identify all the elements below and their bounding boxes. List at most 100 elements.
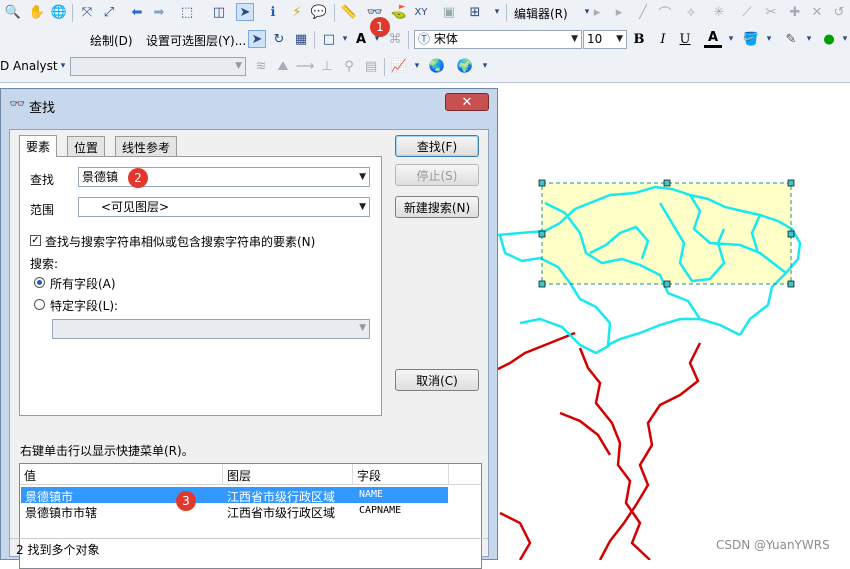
line-color-icon[interactable]: ✎ [782, 30, 800, 48]
column-header-value[interactable]: 值 [20, 464, 223, 485]
all-fields-radio[interactable] [34, 277, 45, 288]
cut-polygons-icon[interactable]: ✚ [786, 3, 804, 21]
column-header-layer[interactable]: 图层 [223, 464, 353, 485]
status-text: 2 找到多个对象 [16, 543, 100, 557]
analyst-menu[interactable]: D Analyst [0, 59, 58, 73]
editor-menu[interactable]: 编辑器(R) [514, 5, 568, 22]
arcglobe-icon[interactable]: 🌍 [456, 57, 474, 75]
arcscene-icon[interactable]: 🌏 [428, 57, 446, 75]
similar-checkbox[interactable]: ✓ [30, 235, 41, 246]
interpolate-polygon-icon[interactable]: ▤ [362, 57, 380, 75]
dialog-titlebar[interactable]: 👓 查找 ✕ [1, 89, 497, 119]
pan-hand-icon[interactable]: ✋ [28, 3, 46, 21]
font-size-select[interactable]: 10 ▼ [583, 30, 627, 49]
full-extent-icon[interactable]: 🌐 [50, 3, 68, 21]
underline-button[interactable]: U [676, 30, 694, 48]
results-hint: 右键单击行以显示快捷菜单(R)。 [20, 444, 194, 458]
font-name-value: 宋体 [433, 32, 458, 46]
close-button[interactable]: ✕ [445, 93, 489, 111]
profile-arrow-icon[interactable]: ▾ [408, 57, 426, 75]
interpolate-line-icon[interactable]: ⚲ [340, 57, 358, 75]
select-elements-icon[interactable]: ➤ [236, 3, 254, 21]
fill-color-arrow-icon[interactable]: ▾ [760, 30, 778, 48]
html-popup-icon[interactable]: 💬 [310, 3, 328, 21]
steepest-path-icon[interactable]: ⛰ [274, 57, 292, 75]
find-input[interactable]: 景德镇 ▼ [78, 167, 370, 187]
stop-button[interactable]: 停止(S) [395, 164, 479, 186]
all-fields-label: 所有字段(A) [50, 277, 116, 291]
dialog-title: 查找 [29, 101, 56, 116]
find-route-icon[interactable]: ⛳ [390, 3, 408, 21]
text-arrow-icon[interactable]: ▾ [368, 30, 386, 48]
layer-select[interactable]: ▼ [70, 57, 246, 76]
time-slider-icon[interactable]: ▣ [440, 3, 458, 21]
rotate-element-icon[interactable]: ↻ [270, 30, 288, 48]
toolbar-row-3: D Analyst ▾ ▼ ≋ ⛰ ⟿ ⊥ ⚲ ▤ 📈 ▾ 🌏 🌍 ▾ [0, 54, 850, 80]
bold-button[interactable]: B [630, 30, 648, 48]
rotate-icon[interactable]: ↺ [830, 3, 848, 21]
cancel-button[interactable]: 取消(C) [395, 369, 479, 391]
forward-arrow-icon[interactable]: ➡ [150, 3, 168, 21]
back-arrow-icon[interactable]: ⬅ [128, 3, 146, 21]
font-name-select[interactable]: Ⓣ 宋体 ▼ [414, 30, 582, 49]
font-color-arrow-icon[interactable]: ▾ [722, 30, 740, 48]
table-row[interactable]: 景德镇市 江西省市级行政区域 NAME [21, 487, 448, 504]
tab-features[interactable]: 要素 [19, 135, 58, 157]
table-row[interactable]: 景德镇市市辖 江西省市级行政区域 CAPNAME [21, 503, 448, 520]
line-color-arrow-icon[interactable]: ▾ [800, 30, 818, 48]
italic-button[interactable]: I [654, 30, 672, 48]
toolbar-options-icon[interactable]: ▾ [476, 57, 494, 75]
identify-icon[interactable]: ℹ [264, 3, 282, 21]
scope-select[interactable]: <可见图层> ▼ [78, 197, 370, 217]
hyperlink-icon[interactable]: ⚡ [288, 3, 306, 21]
column-header-field[interactable]: 字段 [353, 464, 449, 485]
edit-vertices-icon[interactable]: ⌘ [386, 30, 404, 48]
line-of-sight-icon[interactable]: ⟿ [296, 57, 315, 75]
fill-color-icon[interactable]: 🪣 [742, 30, 760, 48]
edit-vertices-icon[interactable]: ⟋ [738, 3, 756, 21]
clear-selection-icon[interactable]: ◫ [210, 3, 228, 21]
toolbar-row-1: 🔍 ✋ 🌐 ⤧ ⤢ ⬅ ➡ ⬚ ◫ ➤ ℹ ⚡ 💬 📏 👓 1 ⛳ XY ▣ ⊞… [0, 0, 850, 37]
separator [506, 4, 507, 22]
row-field: NAME [359, 489, 384, 500]
new-search-button[interactable]: 新建搜索(N) [395, 196, 479, 218]
fixed-zoom-out-icon[interactable]: ⤢ [100, 3, 118, 21]
draw-menu[interactable]: 绘制(D) [90, 32, 133, 49]
zoom-element-icon[interactable]: ▦ [292, 30, 310, 48]
point-icon[interactable]: ✳ [710, 3, 728, 21]
row-value: 景德镇市市辖 [25, 506, 98, 520]
chevron-down-icon: ▼ [235, 61, 242, 71]
split-icon[interactable]: ✕ [808, 3, 826, 21]
reshape-icon[interactable]: ✂ [762, 3, 780, 21]
go-to-xy-icon[interactable]: XY [412, 3, 430, 21]
straight-segment-icon[interactable]: ╱ [634, 3, 652, 21]
specific-field-select[interactable]: ▼ [52, 319, 370, 339]
tab-linear-reference[interactable]: 线性参考 [115, 136, 178, 156]
fixed-zoom-in-icon[interactable]: ⤧ [78, 3, 96, 21]
specific-field-radio[interactable] [34, 299, 45, 310]
marker-color-arrow-icon[interactable]: ▾ [836, 30, 850, 48]
annotation-badge-3: 3 [176, 491, 196, 511]
toolbar-options-icon[interactable]: ▾ [488, 3, 506, 21]
separator [334, 4, 335, 22]
trace-icon[interactable]: ⟡ [682, 3, 700, 21]
edit-tool-icon[interactable]: ▸ [588, 3, 606, 21]
select-elements-icon[interactable]: ➤ [248, 30, 266, 48]
font-color-button[interactable]: A [704, 30, 722, 48]
find-button[interactable]: 查找(F) [395, 135, 479, 157]
zoom-in-icon[interactable]: 🔍 [4, 3, 22, 21]
edit-annotation-icon[interactable]: ▸ [610, 3, 628, 21]
chevron-down-icon: ▼ [571, 34, 578, 44]
endpoint-arc-icon[interactable]: ⌒ [656, 3, 674, 22]
separator [314, 31, 315, 49]
tab-location[interactable]: 位置 [67, 136, 106, 156]
profile-graph-icon[interactable]: 📈 [390, 57, 408, 75]
selectable-layers-menu[interactable]: 设置可选图层(Y)... [146, 32, 246, 49]
interpolate-point-icon[interactable]: ⊥ [318, 57, 336, 75]
select-features-icon[interactable]: ⬚ [178, 3, 196, 21]
separator [384, 58, 385, 76]
contour-icon[interactable]: ≋ [252, 57, 270, 75]
measure-icon[interactable]: 📏 [340, 3, 358, 21]
separator [408, 31, 409, 49]
create-viewer-icon[interactable]: ⊞ [466, 3, 484, 21]
